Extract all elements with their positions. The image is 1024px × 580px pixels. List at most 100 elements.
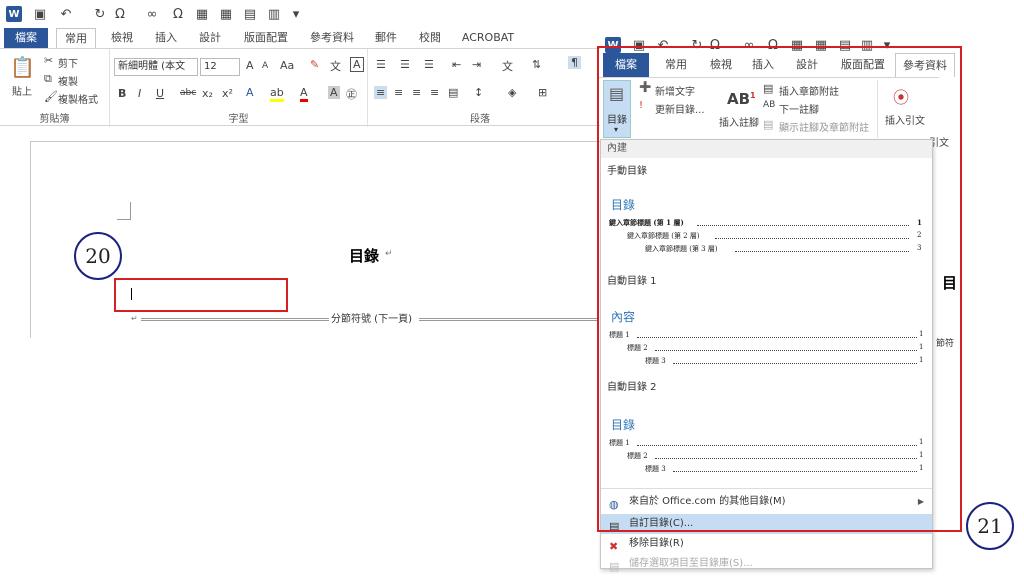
- line-spacing-icon[interactable]: ↕: [474, 86, 483, 99]
- tab-home[interactable]: 常用: [56, 28, 96, 48]
- borders-icon[interactable]: ⊞: [538, 86, 547, 99]
- font-color-icon[interactable]: A: [300, 86, 308, 102]
- auto-toc-2-option[interactable]: 目錄 標題 1 1 標題 2 1 標題 3 1: [601, 396, 934, 480]
- save-selection-item[interactable]: ▤ 儲存選取項目至目錄庫(S)...: [601, 554, 932, 574]
- tab-insert[interactable]: 插入: [148, 28, 184, 48]
- table-icon[interactable]: ▦: [194, 6, 210, 22]
- infinity-icon-2[interactable]: ∞: [741, 37, 757, 53]
- align-left-icon[interactable]: ≡: [374, 86, 388, 99]
- endnote-icon[interactable]: ▤: [763, 82, 773, 95]
- copy-icon[interactable]: ⧉: [44, 72, 52, 86]
- insert-endnote-button[interactable]: 插入章節附註: [779, 83, 839, 98]
- update-toc-icon[interactable]: !: [639, 100, 643, 111]
- omega-icon[interactable]: Ω: [170, 6, 186, 22]
- table-icon-2[interactable]: ▦: [789, 37, 805, 53]
- save-icon[interactable]: ▣: [32, 6, 48, 22]
- custom-toc-item[interactable]: ▤ 自訂目錄(C)...: [601, 514, 932, 534]
- phonetic-icon[interactable]: 文: [330, 58, 341, 74]
- footnote-icon[interactable]: AB1: [727, 90, 756, 108]
- redo-icon[interactable]: ↻: [92, 6, 108, 22]
- tab-mailings[interactable]: 郵件: [368, 28, 404, 48]
- bold-button[interactable]: B: [118, 87, 126, 100]
- tab-home-2[interactable]: 常用: [655, 53, 697, 77]
- copy-button[interactable]: 複製: [58, 73, 78, 88]
- document-icon[interactable]: ▤: [242, 6, 258, 22]
- align-right-icon[interactable]: ≡: [412, 86, 421, 99]
- tab-acrobat[interactable]: ACROBAT: [456, 28, 520, 48]
- shrink-font-icon[interactable]: A: [262, 61, 268, 71]
- grid-icon-2[interactable]: ▦: [813, 37, 829, 53]
- auto-toc-2-label[interactable]: 自動目錄 2: [607, 378, 657, 393]
- superscript-button[interactable]: x²: [222, 87, 233, 100]
- decrease-indent-icon[interactable]: ⇤: [452, 58, 461, 71]
- shading-icon[interactable]: ◈: [508, 86, 516, 99]
- insert-citation-button[interactable]: 插入引文: [885, 112, 925, 127]
- next-footnote-icon[interactable]: AB: [763, 100, 775, 110]
- tab-review[interactable]: 校閱: [412, 28, 448, 48]
- change-case-button[interactable]: Aa: [280, 59, 294, 72]
- cut-button[interactable]: 剪下: [58, 55, 78, 70]
- font-size-select[interactable]: 12: [200, 58, 240, 76]
- paste-icon[interactable]: 📋: [10, 55, 35, 79]
- enclose-char-icon[interactable]: ㊣: [346, 86, 357, 102]
- tab-layout[interactable]: 版面配置: [236, 28, 296, 48]
- insert-footnote-button[interactable]: 插入註腳: [719, 114, 759, 129]
- save-icon-2[interactable]: ▣: [631, 37, 647, 53]
- grow-font-icon[interactable]: A: [246, 59, 254, 72]
- text-effects-icon[interactable]: A: [246, 86, 254, 99]
- align-center-icon[interactable]: ≡: [394, 86, 403, 99]
- tab-insert-2[interactable]: 插入: [745, 53, 781, 77]
- tab-file-2[interactable]: 檔案: [603, 53, 649, 77]
- tab-file[interactable]: 檔案: [4, 28, 48, 48]
- form-icon[interactable]: ▥: [266, 6, 282, 22]
- tab-design-2[interactable]: 設計: [787, 53, 827, 77]
- numbering-icon[interactable]: ☰: [400, 58, 410, 71]
- underline-button[interactable]: U: [156, 87, 164, 100]
- tab-references[interactable]: 參考資料: [304, 28, 360, 48]
- tab-layout-2[interactable]: 版面配置: [833, 53, 893, 77]
- manual-toc-label[interactable]: 手動目錄: [607, 162, 647, 177]
- char-shading-icon[interactable]: A: [328, 86, 340, 99]
- undo-icon-2[interactable]: ↶: [655, 37, 671, 53]
- bullets-icon[interactable]: ☰: [376, 58, 386, 71]
- sort-icon[interactable]: ⇅: [532, 58, 541, 71]
- distribute-icon[interactable]: ▤: [448, 86, 458, 99]
- subscript-button[interactable]: x₂: [202, 87, 213, 100]
- tab-view-2[interactable]: 檢視: [701, 53, 741, 77]
- tab-view[interactable]: 檢視: [104, 28, 140, 48]
- auto-toc-1-label[interactable]: 自動目錄 1: [607, 272, 657, 287]
- manual-toc-option[interactable]: 目錄 鍵入章節標題 (第 1 層) 1 鍵入章節標題 (第 2 層) 2 鍵入章…: [601, 182, 934, 266]
- highlight-icon[interactable]: ab: [270, 86, 284, 102]
- add-text-button[interactable]: 新增文字: [655, 83, 695, 98]
- symbol-icon[interactable]: Ω: [112, 6, 128, 22]
- show-marks-icon[interactable]: ¶: [568, 56, 581, 69]
- font-name-select[interactable]: 新細明體 (本文: [114, 58, 198, 76]
- customize-icon[interactable]: ▾: [288, 6, 304, 22]
- omega-icon-2[interactable]: Ω: [765, 37, 781, 53]
- increase-indent-icon[interactable]: ⇥: [472, 58, 481, 71]
- justify-icon[interactable]: ≡: [430, 86, 439, 99]
- char-border-icon[interactable]: A: [350, 57, 364, 72]
- show-notes-button[interactable]: 顯示註腳及章節附註: [779, 119, 869, 134]
- customize-icon-2[interactable]: ▾: [879, 37, 895, 53]
- grid-icon[interactable]: ▦: [218, 6, 234, 22]
- remove-toc-item[interactable]: ✖ 移除目錄(R): [601, 534, 932, 554]
- citation-icon[interactable]: ⦿: [893, 84, 909, 108]
- paste-label[interactable]: 貼上: [12, 83, 32, 98]
- more-toc-office-item[interactable]: ◍ 來自於 Office.com 的其他目錄(M) ▶: [601, 492, 932, 512]
- strikethrough-button[interactable]: abc: [180, 88, 196, 98]
- undo-icon[interactable]: ↶: [58, 6, 74, 22]
- add-text-icon[interactable]: ➕: [639, 82, 651, 93]
- next-footnote-button[interactable]: 下一註腳: [779, 101, 819, 116]
- redo-icon-2[interactable]: ↻: [689, 37, 705, 53]
- multilevel-icon[interactable]: ☰: [424, 58, 434, 71]
- tab-design[interactable]: 設計: [192, 28, 228, 48]
- clear-format-icon[interactable]: ✎: [310, 58, 319, 71]
- show-notes-icon[interactable]: ▤: [763, 118, 773, 131]
- tab-references-2[interactable]: 參考資料: [895, 53, 955, 77]
- italic-button[interactable]: I: [138, 87, 141, 100]
- format-painter-button[interactable]: 複製格式: [58, 91, 98, 106]
- format-painter-icon[interactable]: 🖌: [44, 90, 58, 103]
- cut-icon[interactable]: ✂: [44, 54, 53, 67]
- toc-button[interactable]: ▤ 目錄 ▾: [603, 80, 631, 138]
